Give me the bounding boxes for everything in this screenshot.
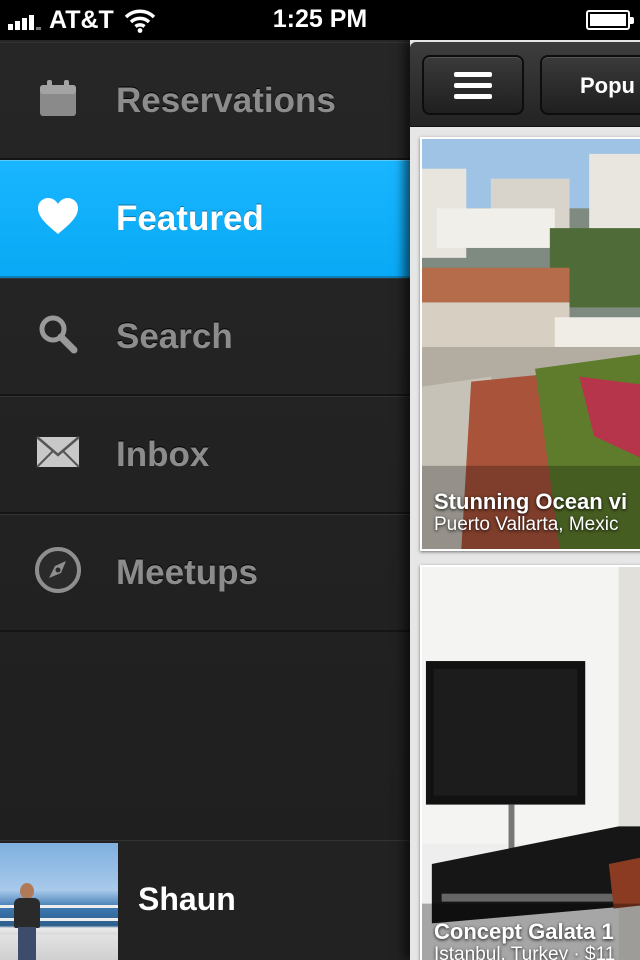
sidebar-item-featured[interactable]: Featured xyxy=(0,160,410,278)
hamburger-icon xyxy=(454,71,492,77)
status-bar: AT&T 1:25 PM xyxy=(0,0,640,40)
listing-title: Stunning Ocean vi xyxy=(434,489,628,514)
listing-location: Istanbul, Turkey · $11 xyxy=(434,944,616,960)
battery-icon xyxy=(586,10,634,30)
sidebar-item-label: Reservations xyxy=(116,80,336,120)
sidebar-item-inbox[interactable]: Inbox xyxy=(0,396,410,514)
sidebar-item-label: Meetups xyxy=(116,552,258,592)
sidebar-item-label: Inbox xyxy=(116,434,210,474)
sidebar-item-reservations[interactable]: Reservations xyxy=(0,42,410,160)
envelope-icon xyxy=(36,436,80,473)
search-icon xyxy=(37,313,79,360)
heart-icon xyxy=(36,196,80,241)
sidebar-item-label: Featured xyxy=(116,198,264,238)
main-content-panel: Popu Stunning Ocean vi Puerto Vallarta, … xyxy=(410,40,640,960)
calendar-icon xyxy=(38,78,78,123)
profile-row[interactable]: Shaun xyxy=(0,840,410,960)
clock: 1:25 PM xyxy=(272,5,368,33)
sidebar-menu: Reservations Featured Search Inbox Meetu… xyxy=(0,40,410,960)
listing-card[interactable]: Concept Galata 1 Istanbul, Turkey · $11 xyxy=(420,565,640,960)
navigation-bar: Popu xyxy=(410,42,640,127)
avatar xyxy=(0,843,118,960)
profile-name: Shaun xyxy=(138,881,236,917)
listing-card[interactable]: Stunning Ocean vi Puerto Vallarta, Mexic xyxy=(420,137,640,551)
sidebar-item-meetups[interactable]: Meetups xyxy=(0,514,410,632)
listing-photo xyxy=(422,567,640,960)
listing-title: Concept Galata 1 xyxy=(434,919,614,944)
menu-button[interactable] xyxy=(422,55,524,115)
sidebar-item-search[interactable]: Search xyxy=(0,278,410,396)
listing-location: Puerto Vallarta, Mexic xyxy=(434,514,619,535)
compass-icon xyxy=(34,546,82,599)
listing-photo xyxy=(422,139,640,549)
sidebar-item-label: Search xyxy=(116,316,233,356)
tab-popular[interactable]: Popu xyxy=(540,55,640,115)
